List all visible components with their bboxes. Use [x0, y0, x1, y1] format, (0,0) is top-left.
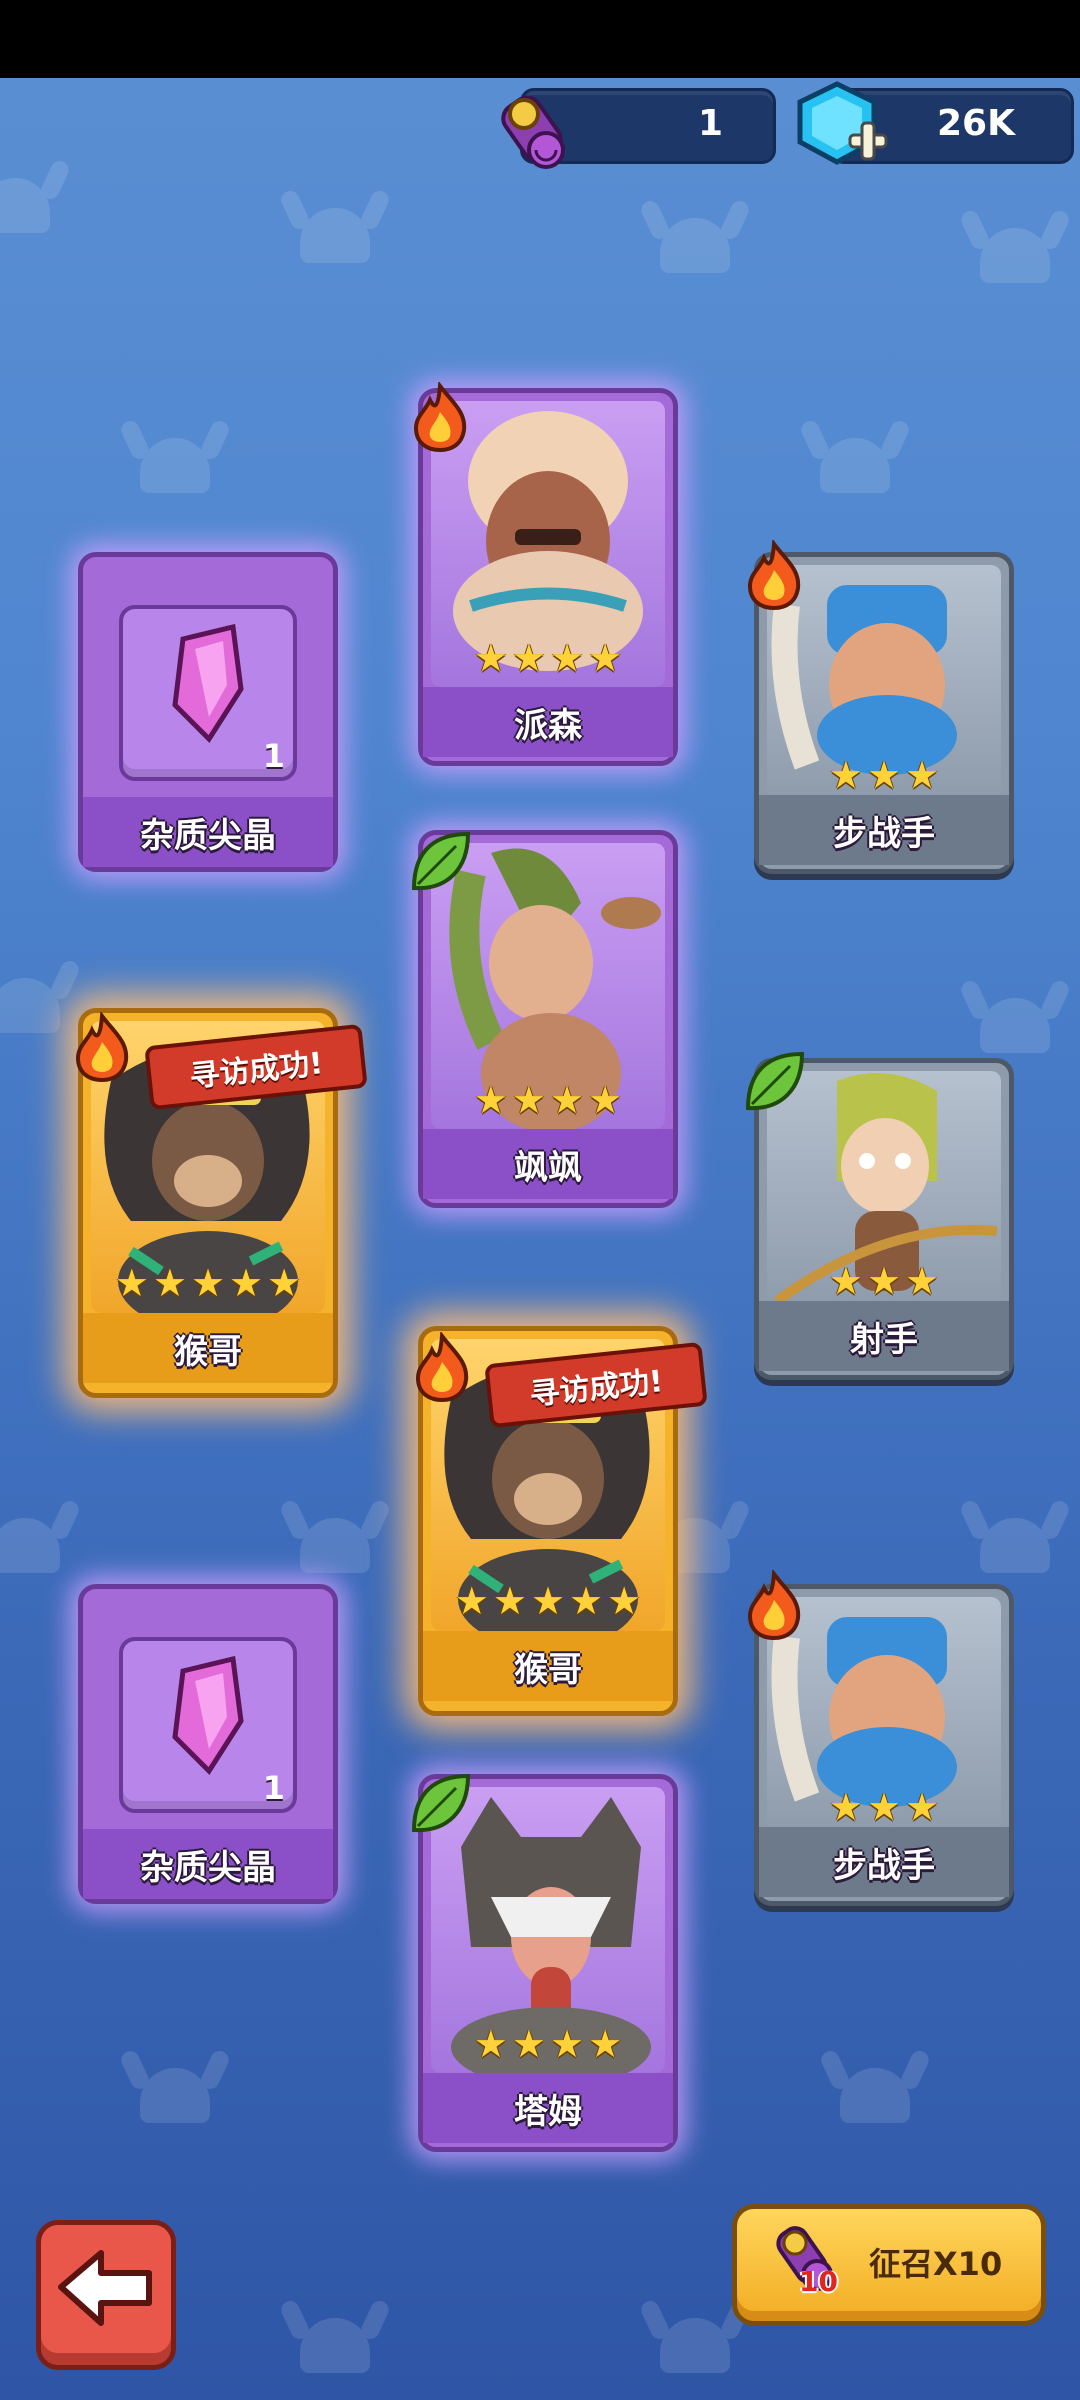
star-icon: ★: [550, 636, 585, 680]
star-icon: ★: [511, 636, 546, 680]
star-icon: ★: [530, 1579, 566, 1623]
star-icon: ★: [152, 1261, 187, 1305]
star-icon: ★: [866, 1785, 902, 1829]
hero-name: 飒飒: [423, 1129, 673, 1199]
recruit-scroll-icon: [776, 2226, 833, 2291]
star-icon: ★: [454, 1579, 489, 1623]
status-bar: [0, 0, 1080, 78]
star-icon: ★: [828, 753, 863, 797]
scroll-count: 1: [697, 103, 723, 144]
crystal-slot: 1: [119, 1637, 297, 1813]
summon-label: 征召X10: [869, 2245, 1003, 2283]
star-icon: ★: [905, 1259, 940, 1303]
star-icon: ★: [866, 753, 902, 797]
fire-element-icon: [70, 1010, 134, 1083]
hero-name: 猴哥: [423, 1631, 673, 1701]
star-icon: ★: [866, 1259, 902, 1303]
hero-name: 步战手: [759, 795, 1009, 865]
star-icon: ★: [588, 1078, 623, 1122]
item-count: 1: [262, 737, 285, 775]
star-icon: ★: [550, 2022, 585, 2066]
star-icon: ★: [473, 636, 508, 680]
star-icon: ★: [190, 1261, 226, 1305]
star-icon: ★: [588, 636, 623, 680]
item-card-crystal[interactable]: 1 杂质尖晶: [78, 1584, 338, 1904]
gem-amount: 26K: [937, 103, 1015, 144]
summon-count-badge: 10: [799, 2265, 838, 2298]
hero-name: 塔姆: [423, 2073, 673, 2143]
star-icon: ★: [511, 1078, 546, 1122]
star-icon: ★: [905, 753, 940, 797]
item-name: 杂质尖晶: [83, 1829, 333, 1899]
star-icon: ★: [114, 1261, 149, 1305]
star-icon: ★: [569, 1579, 604, 1623]
item-card-crystal[interactable]: 1 杂质尖晶: [78, 552, 338, 872]
leaf-element-icon: [408, 828, 472, 898]
hero-name: 步战手: [759, 1827, 1009, 1897]
crystal-slot: 1: [119, 605, 297, 781]
star-icon: ★: [473, 1078, 508, 1122]
star-icon: ★: [473, 2022, 508, 2066]
star-icon: ★: [588, 2022, 623, 2066]
fire-element-icon: [742, 538, 806, 611]
leaf-element-icon: [742, 1048, 806, 1118]
star-icon: ★: [229, 1261, 264, 1305]
fire-element-icon: [408, 380, 472, 453]
star-icon: ★: [905, 1785, 940, 1829]
star-icon: ★: [607, 1579, 642, 1623]
leaf-element-icon: [408, 1770, 472, 1840]
item-name: 杂质尖晶: [83, 797, 333, 867]
summon-x10-button[interactable]: 10 征召X10: [732, 2204, 1046, 2326]
hero-name: 猴哥: [83, 1313, 333, 1383]
fire-element-icon: [410, 1330, 474, 1403]
hero-name: 射手: [759, 1301, 1009, 1371]
star-icon: ★: [550, 1078, 585, 1122]
recruit-scroll-icon: [490, 78, 580, 173]
star-icon: ★: [511, 2022, 546, 2066]
back-arrow-icon: [58, 2250, 152, 2326]
fire-element-icon: [742, 1568, 806, 1641]
blue-gem-plus-icon[interactable]: [792, 80, 892, 175]
star-icon: ★: [828, 1259, 863, 1303]
star-icon: ★: [267, 1261, 302, 1305]
back-button[interactable]: [36, 2220, 176, 2370]
star-icon: ★: [828, 1785, 863, 1829]
hero-name: 派森: [423, 687, 673, 757]
star-icon: ★: [492, 1579, 527, 1623]
item-count: 1: [262, 1769, 285, 1807]
